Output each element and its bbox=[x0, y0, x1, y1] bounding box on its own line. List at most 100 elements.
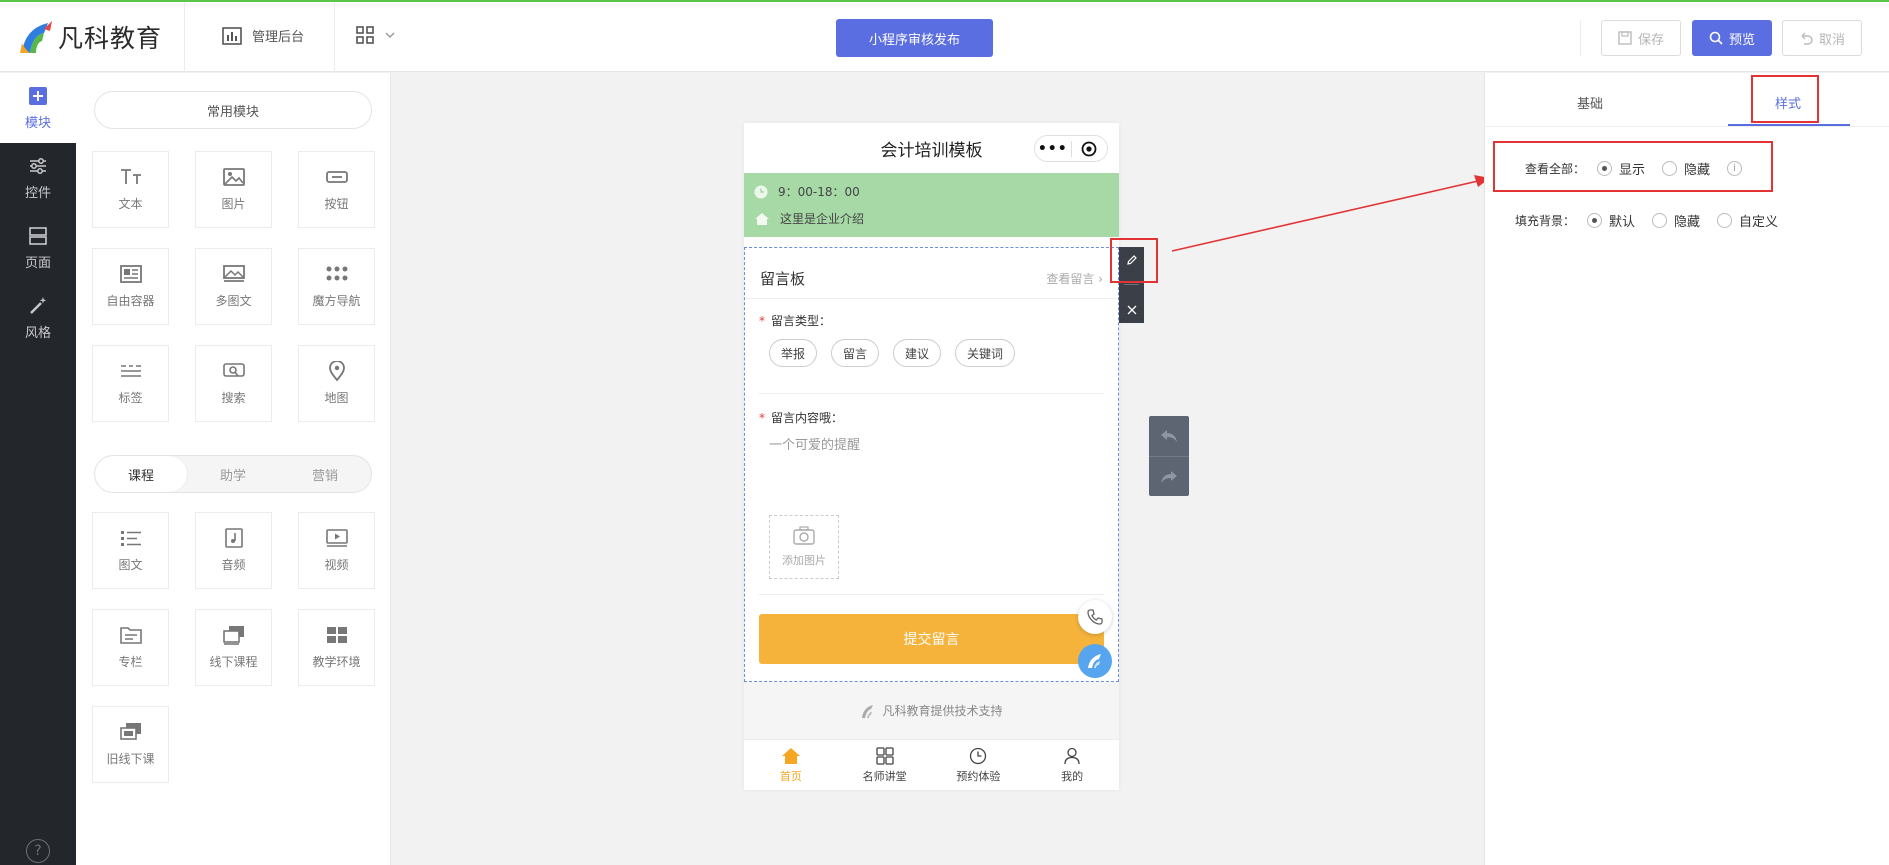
view-messages-link[interactable]: 查看留言 › bbox=[1046, 270, 1103, 287]
apps-menu-button[interactable] bbox=[356, 26, 396, 44]
module-old-offline-course[interactable]: 旧线下课 bbox=[92, 706, 169, 783]
fill-bg-hide-radio[interactable] bbox=[1652, 213, 1668, 228]
module-label: 文本 bbox=[118, 197, 143, 211]
nav-item-controls[interactable]: 控件 bbox=[0, 143, 76, 213]
publish-review-button[interactable]: 小程序审核发布 bbox=[836, 19, 993, 57]
module-column[interactable]: 专栏 bbox=[92, 609, 169, 686]
close-target-icon bbox=[1071, 141, 1107, 157]
module-image[interactable]: 图片 bbox=[195, 151, 272, 228]
module-teaching-environment[interactable]: 教学环境 bbox=[298, 609, 375, 686]
image-icon bbox=[222, 168, 245, 186]
add-image-label: 添加图片 bbox=[782, 554, 826, 567]
nav-item-style[interactable]: 风格 bbox=[0, 283, 76, 353]
delete-module-button[interactable] bbox=[1119, 297, 1144, 322]
info-icon[interactable]: i bbox=[1727, 161, 1743, 176]
module-button[interactable]: 按钮 bbox=[298, 151, 375, 228]
tab-course[interactable]: 课程 bbox=[95, 456, 187, 492]
music-icon bbox=[224, 528, 243, 548]
module-cube-nav[interactable]: 魔方导航 bbox=[298, 248, 375, 325]
fill-bg-custom-label: 自定义 bbox=[1739, 215, 1779, 230]
tag-icon bbox=[120, 365, 141, 377]
tabbar-me[interactable]: 我的 bbox=[1025, 740, 1119, 790]
add-image-button[interactable]: 添加图片 bbox=[769, 515, 839, 579]
module-label: 视频 bbox=[324, 558, 349, 572]
company-intro-text: 这里是企业介绍 bbox=[780, 212, 865, 226]
folder-icon bbox=[119, 627, 142, 644]
camera-icon bbox=[793, 526, 815, 545]
tab-basic[interactable]: 基础 bbox=[1577, 93, 1603, 112]
common-modules-header[interactable]: 常用模块 bbox=[94, 91, 372, 129]
nav-item-modules[interactable]: 模块 bbox=[0, 73, 76, 143]
save-button[interactable]: 保存 bbox=[1601, 20, 1681, 56]
brand-logo-icon bbox=[20, 21, 52, 53]
module-video[interactable]: 视频 bbox=[298, 512, 375, 589]
module-label: 地图 bbox=[324, 391, 349, 405]
module-text[interactable]: 文本 bbox=[92, 151, 169, 228]
more-icon: ••• bbox=[1037, 140, 1068, 157]
module-label: 图文 bbox=[118, 558, 143, 572]
message-board[interactable]: 留言板 查看留言 › * 留言类型： 举报 留言 建议 关键词 * 留言内容哦： 一… bbox=[744, 247, 1119, 682]
button-icon bbox=[325, 171, 348, 183]
phone-call-button[interactable] bbox=[1078, 600, 1112, 634]
view-all-show-radio[interactable] bbox=[1597, 161, 1613, 176]
tabbar-label: 预约体验 bbox=[956, 769, 1001, 783]
preview-label: 预览 bbox=[1728, 32, 1755, 48]
tabbar-booking[interactable]: 预约体验 bbox=[932, 740, 1026, 790]
properties-tabs: 基础 样式 bbox=[1485, 73, 1889, 127]
undo-button[interactable] bbox=[1149, 416, 1189, 456]
module-label: 旧线下课 bbox=[106, 752, 155, 766]
module-multi-image-text[interactable]: 多图文 bbox=[195, 248, 272, 325]
clock-icon bbox=[970, 747, 987, 764]
tab-study-aid[interactable]: 助学 bbox=[187, 456, 279, 492]
module-article[interactable]: 图文 bbox=[92, 512, 169, 589]
nav-item-label: 页面 bbox=[24, 255, 51, 271]
module-offline-course[interactable]: 线下课程 bbox=[195, 609, 272, 686]
module-tag[interactable]: 标签 bbox=[92, 345, 169, 422]
chevron-right-icon: › bbox=[1094, 272, 1103, 286]
phone-icon bbox=[1087, 609, 1103, 625]
module-map[interactable]: 地图 bbox=[298, 345, 375, 422]
save-label: 保存 bbox=[1637, 32, 1664, 48]
tabbar-label: 我的 bbox=[1061, 769, 1084, 783]
chip-report[interactable]: 举报 bbox=[769, 339, 818, 367]
view-all-hide-radio[interactable] bbox=[1662, 161, 1678, 176]
undo-icon bbox=[1161, 430, 1177, 442]
course-module-grid: 图文 音频 视频 专栏 线下课程 教学环境 旧线下课 bbox=[92, 512, 375, 783]
cancel-button[interactable]: 取消 bbox=[1782, 20, 1862, 56]
tabbar-teachers[interactable]: 名师讲堂 bbox=[838, 740, 932, 790]
chip-suggestion[interactable]: 建议 bbox=[893, 339, 942, 367]
fill-bg-custom-radio[interactable] bbox=[1717, 213, 1733, 228]
grid-icon bbox=[875, 746, 894, 765]
message-content-input[interactable]: 一个可爱的提醒 bbox=[769, 434, 860, 453]
module-search[interactable]: 搜索 bbox=[195, 345, 272, 422]
submit-message-button[interactable]: 提交留言 bbox=[759, 614, 1104, 664]
brand-logo[interactable]: 凡科教育 bbox=[18, 17, 162, 57]
chevron-down-icon bbox=[385, 32, 395, 38]
help-icon[interactable]: ? bbox=[26, 839, 50, 863]
admin-link-label: 管理后台 bbox=[252, 30, 305, 45]
tab-marketing[interactable]: 营销 bbox=[279, 456, 371, 492]
undo-icon bbox=[1801, 32, 1813, 45]
module-label: 魔方导航 bbox=[312, 294, 361, 308]
company-info-bar[interactable]: 9：00-18：00 这里是企业介绍 bbox=[744, 173, 1119, 237]
nav-item-label: 模块 bbox=[24, 115, 51, 131]
company-intro: 这里是企业介绍 bbox=[754, 210, 864, 227]
module-label: 专栏 bbox=[118, 655, 143, 669]
nav-item-pages[interactable]: 页面 bbox=[0, 213, 76, 283]
float-brand-button[interactable] bbox=[1078, 644, 1112, 678]
chip-message[interactable]: 留言 bbox=[831, 339, 880, 367]
fill-bg-default-radio[interactable] bbox=[1587, 213, 1603, 228]
chip-keyword[interactable]: 关键词 bbox=[955, 339, 1016, 367]
module-label: 自由容器 bbox=[106, 294, 155, 308]
brand-name: 凡科教育 bbox=[58, 24, 163, 53]
highlight-box-style-tab bbox=[1751, 75, 1819, 123]
redo-button[interactable] bbox=[1149, 456, 1189, 496]
module-label: 搜索 bbox=[221, 391, 246, 405]
list-icon bbox=[120, 531, 141, 546]
admin-link[interactable]: 管理后台 bbox=[222, 26, 304, 45]
tabbar-home[interactable]: 首页 bbox=[744, 740, 838, 790]
view-messages-label: 查看留言 bbox=[1046, 272, 1095, 286]
module-free-container[interactable]: 自由容器 bbox=[92, 248, 169, 325]
module-audio[interactable]: 音频 bbox=[195, 512, 272, 589]
preview-button[interactable]: 预览 bbox=[1692, 20, 1772, 56]
